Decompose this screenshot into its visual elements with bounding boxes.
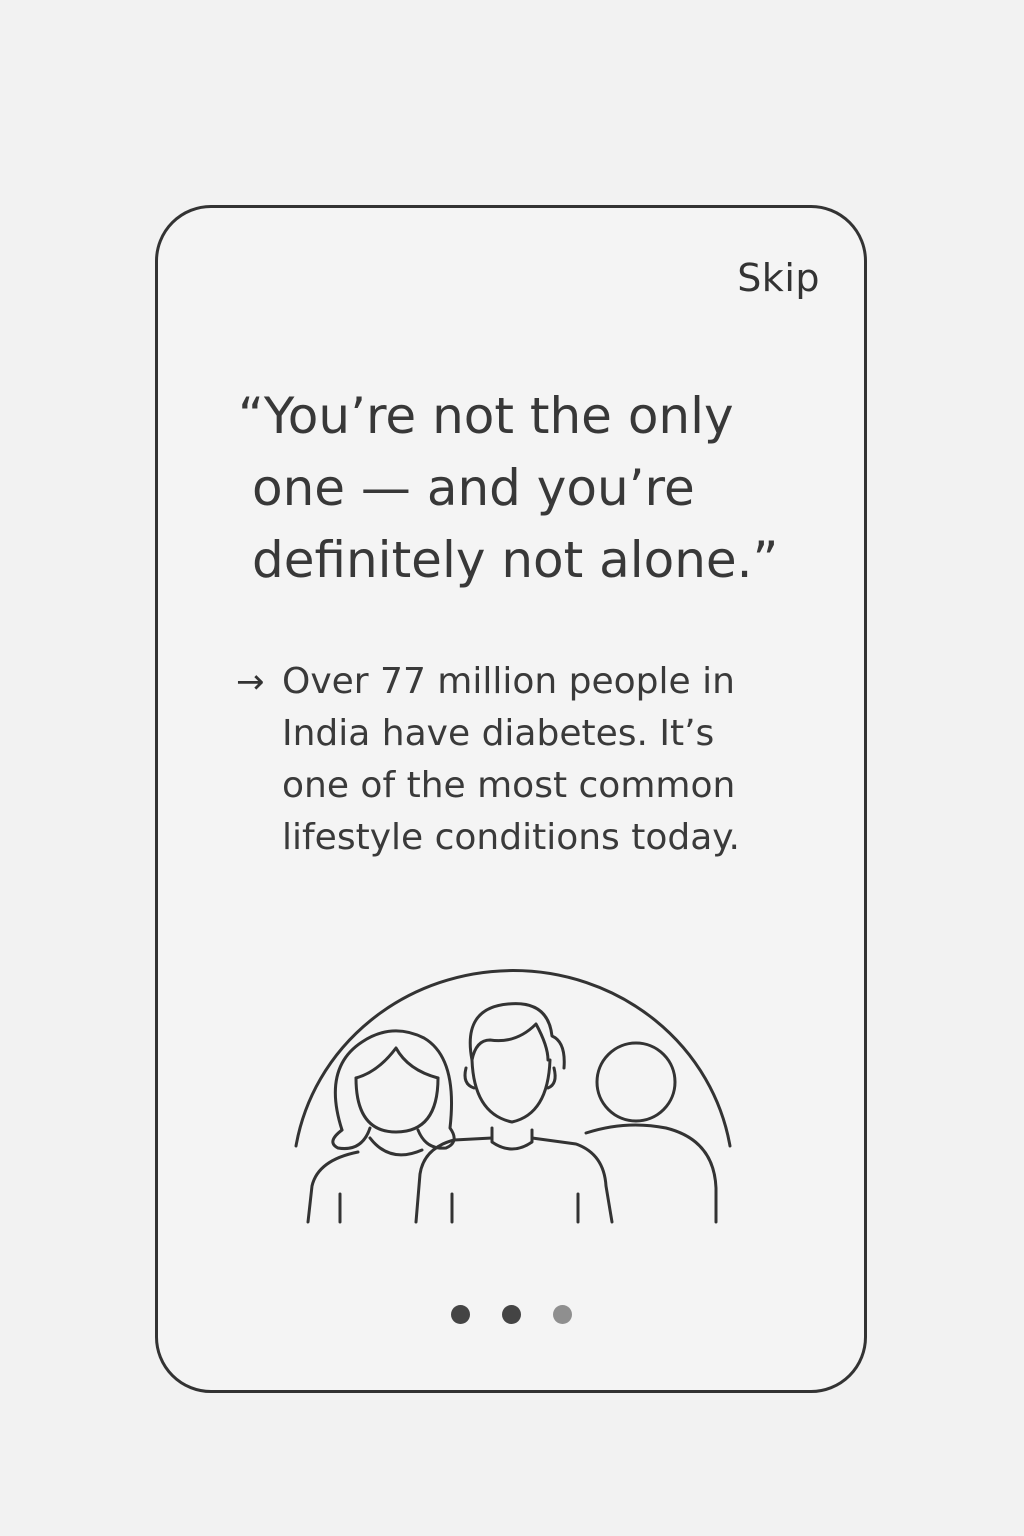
stat-line-4: lifestyle conditions today. xyxy=(282,817,740,858)
onboarding-card: Skip “You’re not the only one — and you’… xyxy=(155,205,867,1393)
headline-quote: “You’re not the only one — and you’re de… xyxy=(238,380,818,596)
diabetes-stat: → Over 77 million people in India have d… xyxy=(236,656,796,864)
headline-line-1: “You’re not the only xyxy=(238,387,734,445)
pagination-dot-3[interactable] xyxy=(552,1305,572,1324)
stat-line-3: one of the most common xyxy=(282,765,736,806)
skip-button[interactable]: Skip xyxy=(737,256,820,300)
pagination-dot-1[interactable] xyxy=(450,1305,470,1324)
pagination-dot-2[interactable] xyxy=(501,1305,521,1324)
stat-line-2: India have diabetes. It’s xyxy=(282,713,715,754)
people-group-icon xyxy=(294,969,732,1224)
arrow-right-icon: → xyxy=(236,662,265,702)
headline-line-2: one — and you’re xyxy=(252,459,695,517)
stat-line-1: Over 77 million people in xyxy=(282,661,735,702)
stat-text: Over 77 million people in India have dia… xyxy=(282,656,740,864)
pagination-dots xyxy=(158,1305,864,1324)
headline-line-3: definitely not alone.” xyxy=(252,531,779,589)
